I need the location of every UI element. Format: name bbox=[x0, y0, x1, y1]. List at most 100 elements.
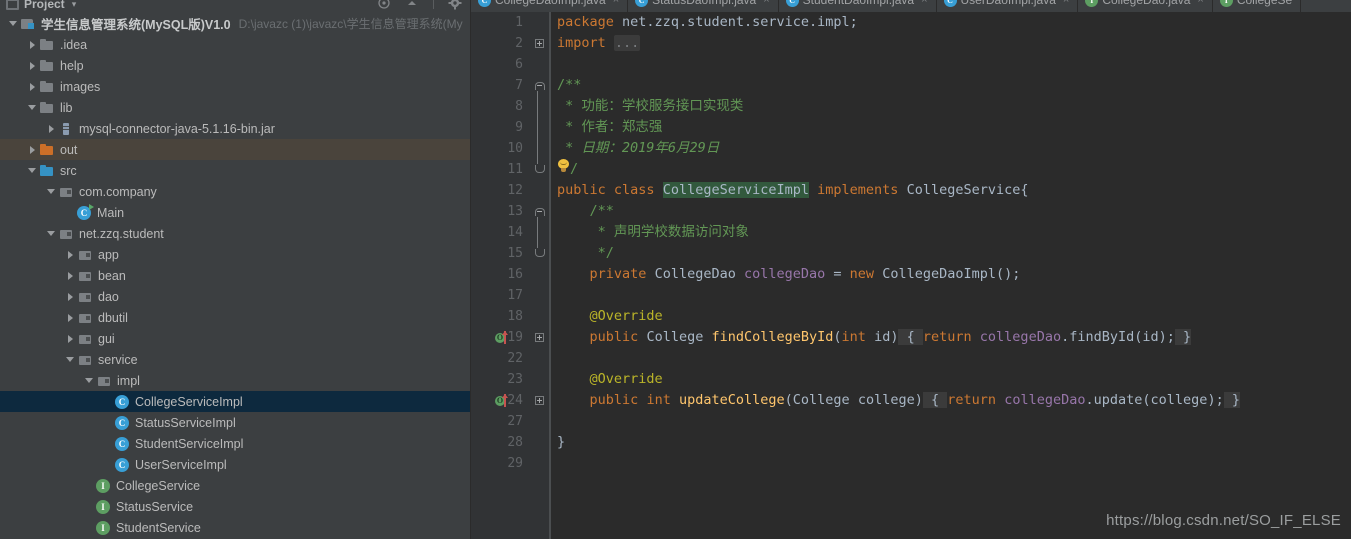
fold-region-end-icon[interactable] bbox=[533, 159, 546, 180]
editor-fold-gutter[interactable] bbox=[529, 12, 551, 539]
chevron-right-icon[interactable] bbox=[63, 265, 77, 286]
tree-row-folder-src[interactable]: src bbox=[0, 160, 470, 181]
package-icon bbox=[77, 331, 93, 347]
implements-method-marker-icon[interactable]: O bbox=[495, 390, 513, 411]
tree-no-arrow bbox=[82, 475, 96, 496]
tree-row-package-dbutil[interactable]: dbutil bbox=[0, 307, 470, 328]
tree-row-class-collegeserviceimpl[interactable]: C CollegeServiceImpl bbox=[0, 391, 470, 412]
tree-row-package-impl[interactable]: impl bbox=[0, 370, 470, 391]
close-icon[interactable]: × bbox=[763, 0, 769, 6]
code-content[interactable]: package net.zzq.student.service.impl; imp… bbox=[551, 12, 1351, 539]
code-line-12[interactable]: public class CollegeServiceImpl implemen… bbox=[551, 180, 1029, 201]
interface-icon: I bbox=[1085, 0, 1099, 7]
tree-row-jar-mysql-connector[interactable]: mysql-connector-java-5.1.16-bin.jar bbox=[0, 118, 470, 139]
editor-tab-bar[interactable]: C CollegeDaoImpl.java × C StatusDaoImpl.java… bbox=[471, 0, 1351, 12]
chevron-down-icon[interactable] bbox=[25, 97, 39, 118]
chevron-right-icon[interactable] bbox=[25, 55, 39, 76]
code-line-10[interactable]: * 日期：2019年6月29日 bbox=[551, 138, 719, 159]
code-line-29[interactable] bbox=[551, 453, 557, 474]
chevron-down-icon[interactable] bbox=[44, 181, 58, 202]
tree-row-package-gui[interactable]: gui bbox=[0, 328, 470, 349]
tree-row-package-dao[interactable]: dao bbox=[0, 286, 470, 307]
code-line-11[interactable]: / bbox=[551, 159, 578, 180]
fold-expand-icon[interactable] bbox=[533, 327, 546, 348]
tree-row-class-studentserviceimpl[interactable]: C StudentServiceImpl bbox=[0, 433, 470, 454]
interface-icon: I bbox=[96, 499, 110, 514]
tree-row-package-bean[interactable]: bean bbox=[0, 265, 470, 286]
code-line-2[interactable]: import ... bbox=[551, 33, 641, 54]
tree-row-class-statusserviceimpl[interactable]: C StatusServiceImpl bbox=[0, 412, 470, 433]
close-icon[interactable]: × bbox=[613, 0, 619, 6]
code-line-9[interactable]: * 作者：郑志强 bbox=[551, 117, 662, 138]
code-line-15[interactable]: */ bbox=[551, 243, 614, 264]
fold-region-start-icon[interactable] bbox=[533, 201, 546, 222]
tree-row-package-net-zzq-student[interactable]: net.zzq.student bbox=[0, 223, 470, 244]
fold-guide-line bbox=[549, 12, 550, 539]
tree-row-interface-statusservice[interactable]: I StatusService bbox=[0, 496, 470, 517]
tab-userdaoimpl[interactable]: C UserDaoImpl.java × bbox=[936, 0, 1079, 12]
code-line-23[interactable]: @Override bbox=[551, 369, 663, 390]
close-icon[interactable]: × bbox=[1063, 0, 1069, 6]
tree-row-package-service[interactable]: service bbox=[0, 349, 470, 370]
tree-row-folder-help[interactable]: help bbox=[0, 55, 470, 76]
code-line-14[interactable]: * 声明学校数据访问对象 bbox=[551, 222, 749, 243]
code-line-19[interactable]: public College findCollegeById(int id) {… bbox=[551, 327, 1192, 348]
folder-icon bbox=[39, 37, 55, 53]
chevron-right-icon[interactable] bbox=[63, 286, 77, 307]
chevron-down-icon[interactable] bbox=[44, 223, 58, 244]
intention-bulb-icon[interactable] bbox=[557, 159, 570, 173]
tree-row-folder-out[interactable]: out bbox=[0, 139, 470, 160]
fold-region-end-icon[interactable] bbox=[533, 243, 546, 264]
collapse-all-icon[interactable] bbox=[405, 0, 419, 10]
tree-row-folder-images[interactable]: images bbox=[0, 76, 470, 97]
tab-studentdaoimpl[interactable]: C StudentDaoImpl.java × bbox=[778, 0, 937, 12]
chevron-down-icon[interactable] bbox=[25, 160, 39, 181]
locate-icon[interactable] bbox=[377, 0, 391, 10]
implements-method-marker-icon[interactable]: O bbox=[495, 327, 513, 348]
chevron-right-icon[interactable] bbox=[25, 34, 39, 55]
tree-row-interface-collegeservice[interactable]: I CollegeService bbox=[0, 475, 470, 496]
chevron-down-icon[interactable]: ▾ bbox=[72, 0, 77, 10]
code-line-8[interactable]: * 功能：学校服务接口实现类 bbox=[551, 96, 743, 117]
code-line-7[interactable]: /** bbox=[551, 75, 581, 96]
chevron-down-icon[interactable] bbox=[6, 13, 20, 34]
code-line-1[interactable]: package net.zzq.student.service.impl; bbox=[551, 12, 858, 33]
tab-statusdaoimpl[interactable]: C StatusDaoImpl.java × bbox=[628, 0, 779, 12]
tree-row-package-app[interactable]: app bbox=[0, 244, 470, 265]
fold-region-start-icon[interactable] bbox=[533, 75, 546, 96]
tab-collegeservice[interactable]: I CollegeSe bbox=[1212, 0, 1302, 12]
close-icon[interactable]: × bbox=[921, 0, 927, 6]
tree-row-interface-studentservice[interactable]: I StudentService bbox=[0, 517, 470, 538]
tree-row-class-main[interactable]: C Main bbox=[0, 202, 470, 223]
project-tree[interactable]: 学生信息管理系统(MySQL版)V1.0 D:\javazc (1)\javazc… bbox=[0, 13, 470, 539]
code-line-13[interactable]: /** bbox=[551, 201, 614, 222]
tree-row-package-com-company[interactable]: com.company bbox=[0, 181, 470, 202]
chevron-right-icon[interactable] bbox=[44, 118, 58, 139]
fold-expand-icon[interactable] bbox=[533, 390, 546, 411]
tree-row-folder-lib[interactable]: lib bbox=[0, 97, 470, 118]
code-line-16[interactable]: private CollegeDao collegeDao = new Coll… bbox=[551, 264, 1021, 285]
tab-collegedao[interactable]: I CollegeDao.java × bbox=[1078, 0, 1213, 12]
close-icon[interactable]: × bbox=[1197, 0, 1203, 6]
chevron-down-icon[interactable] bbox=[63, 349, 77, 370]
tree-row-folder-idea[interactable]: .idea bbox=[0, 34, 470, 55]
code-line-6[interactable] bbox=[551, 54, 557, 75]
code-line-27[interactable] bbox=[551, 411, 557, 432]
code-line-17[interactable] bbox=[551, 285, 557, 306]
tree-row-class-userserviceimpl[interactable]: C UserServiceImpl bbox=[0, 454, 470, 475]
code-line-18[interactable]: @Override bbox=[551, 306, 663, 327]
code-line-24[interactable]: public int updateCollege(College college… bbox=[551, 390, 1240, 411]
gear-icon[interactable] bbox=[448, 0, 462, 10]
tree-row-project-root[interactable]: 学生信息管理系统(MySQL版)V1.0 D:\javazc (1)\javazc… bbox=[0, 13, 470, 34]
fold-expand-icon[interactable] bbox=[533, 33, 546, 54]
tab-collegedaoimpl[interactable]: C CollegeDaoImpl.java × bbox=[471, 0, 629, 12]
chevron-down-icon[interactable] bbox=[82, 370, 96, 391]
chevron-right-icon[interactable] bbox=[63, 328, 77, 349]
chevron-right-icon[interactable] bbox=[63, 244, 77, 265]
chevron-right-icon[interactable] bbox=[25, 76, 39, 97]
code-line-22[interactable] bbox=[551, 348, 557, 369]
tree-row-label: app bbox=[98, 247, 119, 262]
code-line-28[interactable]: } bbox=[551, 432, 565, 453]
chevron-right-icon[interactable] bbox=[63, 307, 77, 328]
chevron-right-icon[interactable] bbox=[25, 139, 39, 160]
